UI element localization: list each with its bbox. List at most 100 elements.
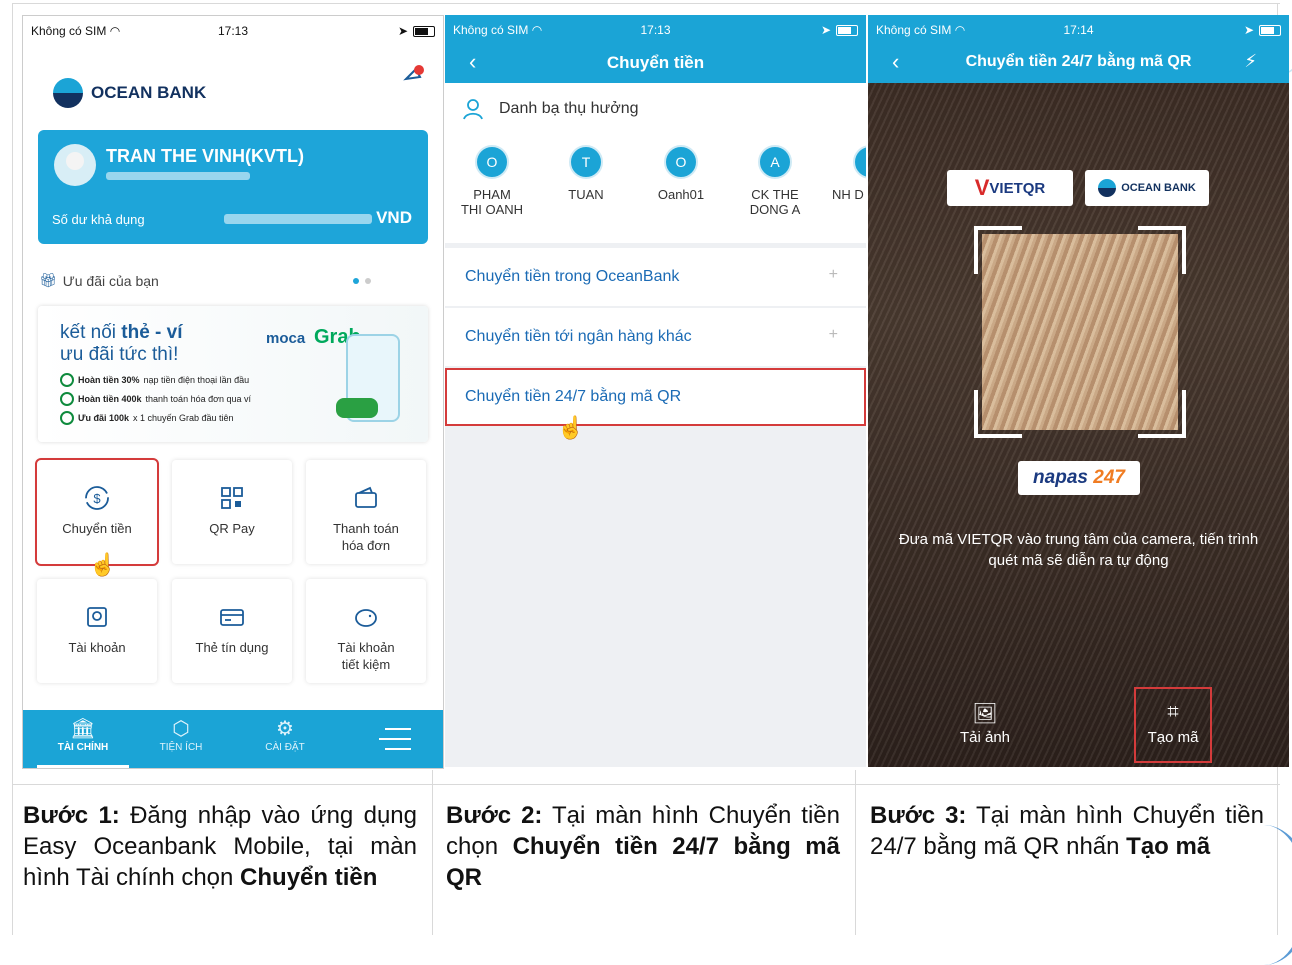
promo-banner[interactable]: kết nối thẻ - ví ưu đãi tức thì! moca Gr… bbox=[38, 306, 428, 442]
balance-masked bbox=[224, 214, 372, 224]
tab-finance[interactable]: 🏛︎ TÀI CHÍNH bbox=[43, 716, 123, 753]
transfer-tile[interactable]: $ Chuyển tiền bbox=[35, 458, 159, 566]
car-illustration bbox=[336, 398, 378, 418]
contact-name: CK THE DONG A bbox=[749, 187, 801, 217]
location-icon: ➤ bbox=[1243, 23, 1254, 37]
page-title: Chuyển tiền bbox=[606, 53, 705, 72]
list-item: Hoàn tiền 30% nạp tiền điện thoại lần đầ… bbox=[60, 370, 251, 389]
piggy-bank-icon bbox=[355, 609, 377, 627]
upload-image-button[interactable]: 🖼︎ Tải ảnh bbox=[940, 701, 1030, 746]
menu-item-label: Chuyển tiền tới ngân hàng khác bbox=[465, 328, 692, 345]
contact-name: NH D bbox=[832, 187, 864, 202]
tab-label: TIỆN ÍCH bbox=[159, 742, 203, 753]
wifi-icon: ◠ bbox=[531, 23, 543, 37]
money-transfer-icon: $ bbox=[85, 486, 109, 510]
step-emphasis: Tạo mã bbox=[1126, 833, 1211, 860]
scan-corner bbox=[974, 226, 1022, 274]
tab-label: CÀI ĐẶT bbox=[265, 742, 305, 753]
create-qr-button[interactable]: ⌗ Tạo mã bbox=[1134, 687, 1212, 763]
account-tile[interactable]: Tài khoản bbox=[37, 579, 157, 683]
location-icon: ➤ bbox=[397, 24, 408, 38]
tile-label: Chuyển tiền bbox=[62, 521, 132, 536]
wallet-icon bbox=[355, 486, 377, 508]
contact-name: Oanh01 bbox=[657, 187, 705, 202]
status-icons: ➤ bbox=[1244, 23, 1281, 37]
menu-item-qr-transfer[interactable]: Chuyển tiền 24/7 bằng mã QR bbox=[445, 368, 866, 426]
step3-caption: Bước 3: Tại màn hình Chuyển tiền 24/7 bằ… bbox=[870, 800, 1264, 862]
account-name: TRAN THE VINH(KVTL) bbox=[106, 146, 304, 166]
divider bbox=[12, 3, 13, 935]
contact-avatar bbox=[853, 145, 866, 179]
active-tab-indicator bbox=[37, 765, 129, 768]
user-icon bbox=[463, 99, 483, 120]
wifi-icon: ◠ bbox=[954, 23, 966, 37]
contact-item[interactable]: T TUAN bbox=[546, 145, 626, 202]
banner-headline: kết nối thẻ - ví bbox=[60, 322, 183, 343]
step-label: Bước 2: bbox=[446, 802, 543, 829]
bill-pay-tile[interactable]: Thanh toán hóa đơn bbox=[306, 460, 426, 564]
oceanbank-logo-icon bbox=[1098, 179, 1117, 197]
hand-cursor-icon: ☝ bbox=[89, 552, 117, 577]
scan-instructions: Đưa mã VIETQR vào trung tâm của camera, … bbox=[898, 531, 1259, 569]
credit-card-tile[interactable]: Thẻ tín dụng bbox=[172, 579, 292, 683]
step1-caption: Bước 1: Đăng nhập vào ứng dụng Easy Ocea… bbox=[23, 800, 417, 893]
plus-icon: + bbox=[828, 266, 838, 283]
battery-icon bbox=[1259, 24, 1281, 36]
tab-utilities[interactable]: ⬡ TIỆN ÍCH bbox=[141, 716, 221, 753]
vietqr-logo: V VIETQR bbox=[947, 170, 1073, 206]
balance-currency: VND bbox=[376, 208, 412, 227]
beneficiary-title: Danh bạ thụ hưởng bbox=[499, 100, 639, 117]
menu-icon[interactable] bbox=[377, 726, 413, 752]
divider bbox=[432, 770, 433, 935]
status-bar: Không có SIM ◠ 17:14 ➤ bbox=[868, 15, 1289, 45]
battery-icon bbox=[836, 24, 858, 36]
status-bar: Không có SIM ◠ 17:13 ➤ bbox=[445, 15, 866, 45]
gear-icon: ⚙︎ bbox=[276, 718, 294, 740]
step-label: Bước 3: bbox=[870, 802, 967, 829]
contact-item[interactable]: O PHAM THI OANH bbox=[452, 145, 532, 217]
banner-subheadline: ưu đãi tức thì! bbox=[60, 344, 179, 365]
contact-avatar: O bbox=[664, 145, 698, 179]
location-icon: ➤ bbox=[820, 23, 831, 37]
upload-label: Tải ảnh bbox=[959, 729, 1011, 746]
qr-pay-tile[interactable]: QR Pay bbox=[172, 460, 292, 564]
cube-icon: ⬡ bbox=[172, 718, 190, 740]
divider bbox=[12, 3, 1280, 4]
notification-bell-icon[interactable] bbox=[403, 64, 425, 86]
scan-frame bbox=[974, 226, 1186, 438]
menu-item-label: Chuyển tiền trong OceanBank bbox=[465, 268, 680, 285]
menu-item-internal-transfer[interactable]: Chuyển tiền trong OceanBank + bbox=[445, 248, 866, 306]
menu-item-interbank-transfer[interactable]: Chuyển tiền tới ngân hàng khác + bbox=[445, 308, 866, 366]
clock: 17:14 bbox=[1063, 23, 1094, 37]
page-title: Chuyển tiền 24/7 bằng mã QR bbox=[965, 53, 1192, 70]
status-bar: Không có SIM ◠ 17:13 ➤ bbox=[23, 16, 443, 46]
tile-label: QR Pay bbox=[209, 521, 255, 536]
tile-label: Tài khoản tiết kiệm bbox=[337, 640, 395, 672]
brand-name: OCEAN BANK bbox=[91, 83, 207, 102]
beneficiary-header[interactable]: Danh bạ thụ hưởng bbox=[461, 97, 639, 121]
clock: 17:13 bbox=[217, 24, 249, 38]
tab-label: TÀI CHÍNH bbox=[57, 742, 109, 753]
contact-item[interactable]: O Oanh01 bbox=[641, 145, 721, 202]
balance-label: Số dư khả dụng bbox=[52, 212, 145, 227]
account-card[interactable]: TRAN THE VINH(KVTL) Số dư khả dụng VND bbox=[38, 130, 428, 244]
beneficiary-section: Danh bạ thụ hưởng O PHAM THI OANH T TUAN O… bbox=[445, 83, 866, 243]
tab-settings[interactable]: ⚙︎ CÀI ĐẶT bbox=[245, 716, 325, 753]
wifi-icon: ◠ bbox=[109, 24, 121, 38]
contact-avatar: A bbox=[758, 145, 792, 179]
carrier-label: Không có SIM ◠ bbox=[31, 24, 121, 38]
flash-icon[interactable]: ⚡︎ bbox=[1244, 51, 1257, 72]
qr-code-icon bbox=[221, 487, 243, 509]
avatar bbox=[54, 144, 96, 186]
contact-name: TUAN bbox=[568, 187, 604, 202]
contact-item[interactable]: A CK THE DONG A bbox=[735, 145, 815, 217]
oceanbank-logo-icon bbox=[53, 78, 83, 108]
app-header: Không có SIM ◠ 17:13 ➤ ‹ Chuyển tiền bbox=[445, 15, 866, 83]
contact-item[interactable]: NH D bbox=[821, 145, 866, 202]
bank-logo: OCEAN BANK bbox=[53, 78, 206, 108]
qr-code-icon: ⌗ bbox=[1167, 701, 1179, 723]
napas-logo: napas 247 bbox=[1018, 461, 1140, 495]
bank-icon: 🏛︎ bbox=[70, 718, 96, 740]
menu-item-label: Chuyển tiền 24/7 bằng mã QR bbox=[465, 388, 682, 405]
savings-tile[interactable]: Tài khoản tiết kiệm bbox=[306, 579, 426, 683]
